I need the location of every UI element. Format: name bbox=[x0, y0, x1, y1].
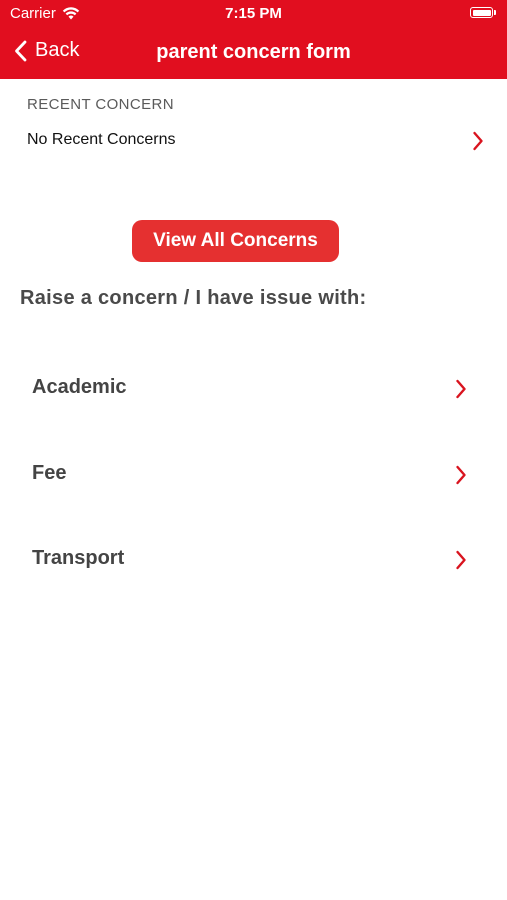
issue-item-transport[interactable]: Transport bbox=[0, 519, 507, 599]
chevron-right-icon bbox=[456, 379, 466, 399]
raise-concern-label: Raise a concern / I have issue with: bbox=[20, 287, 367, 309]
status-bar: Carrier 7:15 PM bbox=[0, 0, 507, 28]
recent-concern-header: RECENT CONCERN bbox=[27, 96, 175, 113]
issue-item-academic[interactable]: Academic bbox=[0, 348, 507, 428]
nav-bar: Back parent concern form bbox=[0, 28, 507, 79]
battery-icon bbox=[470, 6, 497, 19]
issue-label: Transport bbox=[32, 547, 125, 569]
issue-item-fee[interactable]: Fee bbox=[0, 434, 507, 514]
issue-label: Fee bbox=[32, 462, 67, 484]
chevron-right-icon bbox=[456, 465, 466, 485]
page-title: parent concern form bbox=[156, 41, 351, 63]
chevron-right-icon bbox=[456, 550, 466, 570]
issue-label: Academic bbox=[32, 376, 127, 398]
status-time: 7:15 PM bbox=[225, 5, 282, 22]
app-header: Carrier 7:15 PM Back parent concern form bbox=[0, 0, 507, 79]
chevron-right-icon bbox=[473, 131, 483, 151]
recent-concern-empty-label: No Recent Concerns bbox=[27, 131, 176, 148]
view-all-concerns-button[interactable]: View All Concerns bbox=[132, 220, 339, 262]
recent-concern-row[interactable]: No Recent Concerns bbox=[0, 123, 507, 159]
